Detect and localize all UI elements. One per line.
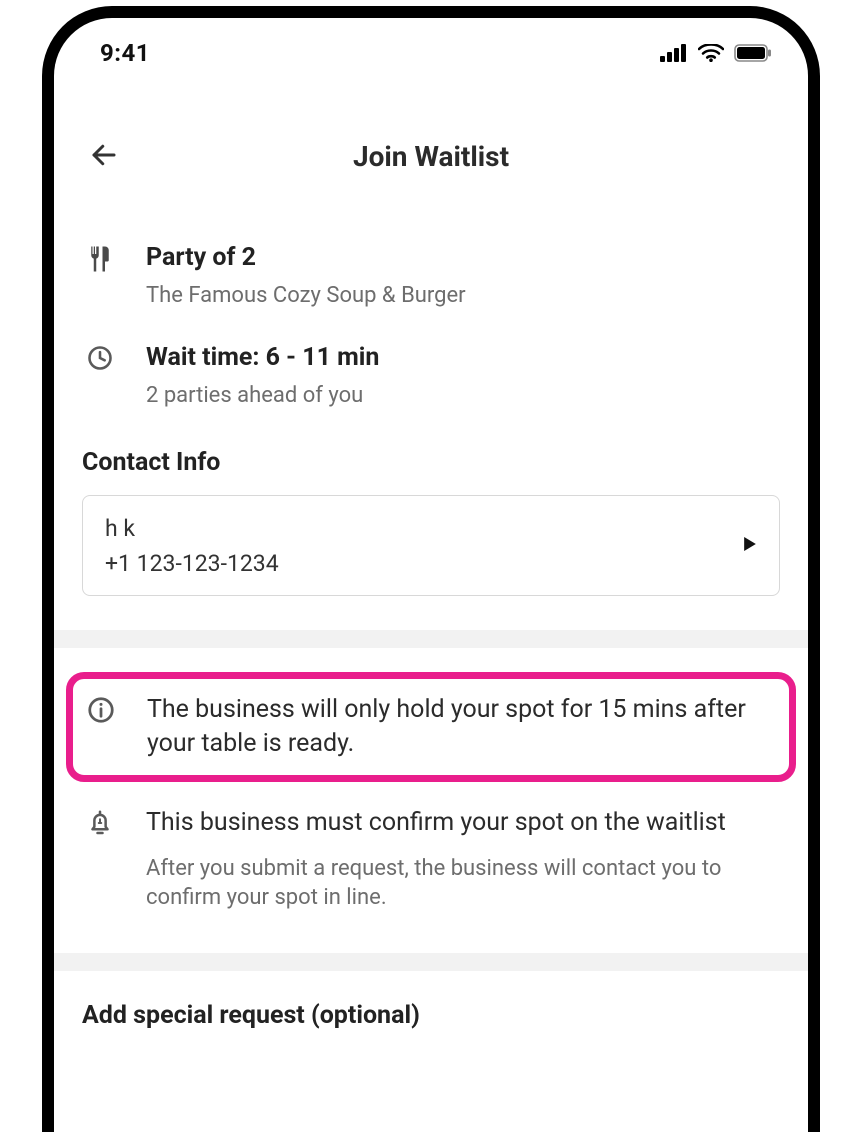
special-request-heading: Add special request (optional) [82, 1001, 780, 1030]
section-divider [54, 953, 808, 971]
wait-time-label: Wait time: 6 - 11 min [146, 342, 780, 375]
arrow-left-icon [89, 140, 119, 173]
queue-position: 2 parties ahead of you [146, 381, 780, 411]
hold-notice-highlight: The business will only hold your spot fo… [66, 672, 796, 782]
status-time: 9:41 [100, 39, 150, 67]
page-title: Join Waitlist [126, 140, 736, 173]
bell-icon [85, 808, 115, 842]
contact-phone: +1 123-123-1234 [105, 550, 279, 577]
info-icon [86, 695, 116, 729]
cellular-icon [660, 44, 688, 62]
party-size-label: Party of 2 [146, 242, 780, 275]
utensils-icon [85, 244, 115, 278]
wifi-icon [698, 44, 724, 62]
nav-header: Join Waitlist [54, 128, 808, 184]
wait-time-row: Wait time: 6 - 11 min 2 parties ahead of… [82, 320, 780, 420]
contact-heading: Contact Info [82, 448, 780, 477]
confirm-notice-title: This business must confirm your spot on … [146, 806, 780, 840]
contact-card[interactable]: h k +1 123-123-1234 [82, 495, 780, 596]
party-row: Party of 2 The Famous Cozy Soup & Burger [82, 220, 780, 320]
status-icons [660, 44, 772, 62]
clock-icon [86, 344, 114, 376]
confirm-notice-row: This business must confirm your spot on … [82, 792, 780, 923]
hold-notice-text: The business will only hold your spot fo… [147, 693, 779, 761]
hold-notice-row: The business will only hold your spot fo… [83, 693, 779, 761]
section-divider [54, 630, 808, 648]
battery-icon [734, 44, 772, 62]
caret-right-icon [743, 536, 757, 555]
contact-name: h k [105, 514, 279, 544]
venue-name: The Famous Cozy Soup & Burger [146, 281, 780, 311]
back-button[interactable] [82, 134, 126, 178]
confirm-notice-body: After you submit a request, the business… [146, 854, 780, 913]
status-bar: 9:41 [54, 18, 808, 88]
